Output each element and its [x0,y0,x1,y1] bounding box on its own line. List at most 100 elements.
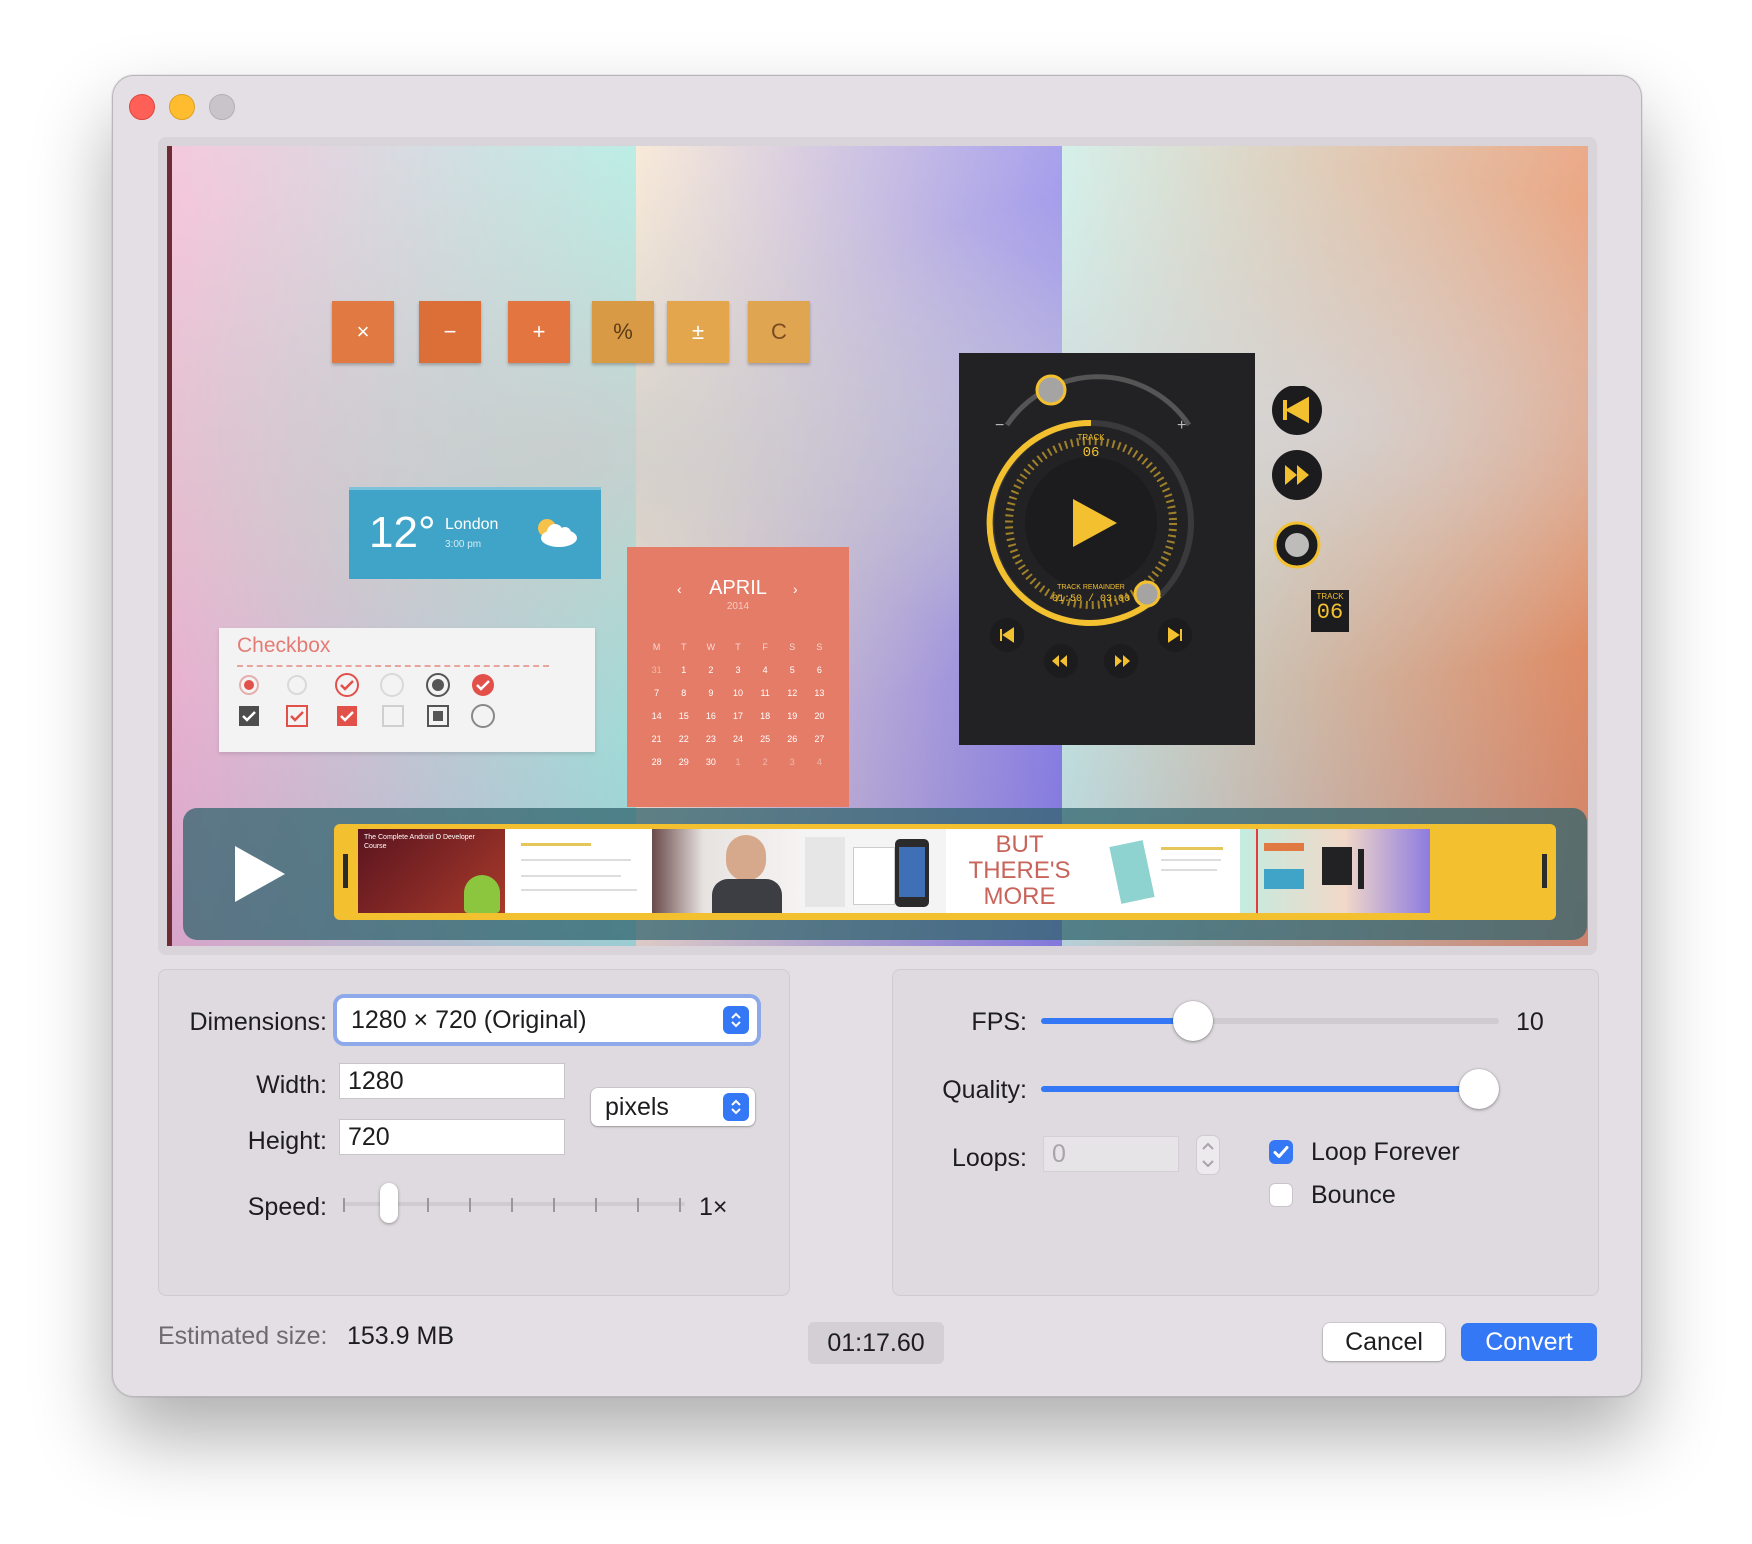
weather-city: London [445,516,499,533]
dimensions-label: Dimensions: [189,1008,327,1036]
loops-stepper[interactable] [1197,1136,1219,1174]
svg-text:+: + [1177,417,1186,434]
calendar-day: 14 [651,711,662,721]
calendar-day: 31 [651,665,662,675]
calendar-weekday: S [789,642,796,652]
preview-weather-card: 12° London 3:00 pm [349,487,601,579]
calendar-day: 26 [787,734,798,744]
speed-label: Speed: [247,1193,327,1221]
calendar-year: 2014 [726,601,750,612]
preview-calendar: ‹ APRIL 2014 › M T W T F S S 31 1 2 3 4 5 6 7 8 9 10 11 12 1… [627,547,849,807]
calendar-day: 23 [705,734,716,744]
svg-text:01:50 / 03:00: 01:50 / 03:00 [1052,593,1130,605]
calendar-day: 4 [816,757,822,767]
thumbnail-frame: BUT THERE'S MORE [946,829,1093,913]
fps-slider-knob[interactable] [1173,1001,1213,1041]
chevron-updown-icon [723,1093,749,1121]
trim-range[interactable]: The Complete Android O Developer Course [334,824,1556,920]
preview-calc-button: ± [667,301,729,363]
calendar-day: 10 [732,688,743,698]
svg-text:06: 06 [1083,445,1100,461]
trim-start-handle[interactable] [343,854,348,888]
estimated-size-value: 153.9 MB [347,1322,455,1350]
playhead[interactable] [1256,829,1258,913]
height-field[interactable]: 720 [339,1119,565,1155]
thumbnail-frame: The Complete Android O Developer Course [358,829,505,913]
calendar-day: 29 [678,757,689,767]
calendar-day: 1 [681,665,687,675]
cloud-sun-icon [538,519,577,547]
chevron-right-icon: › [793,581,798,597]
convert-button[interactable]: Convert [1461,1323,1597,1361]
thumbnail-frame [652,829,799,913]
calendar-month: APRIL [709,577,767,599]
calendar-day: 19 [787,711,798,721]
thumbnail-frame [1093,829,1240,913]
zoom-window-button-disabled [209,94,235,120]
calendar-day: 22 [678,734,689,744]
fps-label: FPS: [971,1008,1027,1036]
calendar-weekday: W [706,642,716,652]
calendar-day: 3 [735,665,741,675]
calendar-day: 15 [678,711,689,721]
close-window-button[interactable] [129,94,155,120]
calendar-day: 7 [654,688,660,698]
calendar-day: 28 [651,757,662,767]
preview-frame: × − + % ± C 12° London 3:00 pm Checkbox [167,146,1588,946]
loops-field[interactable]: 0 [1043,1136,1179,1172]
output-panel: FPS: 10 Quality: Loops: 0 Loop Forever B… [892,969,1599,1296]
weather-temperature: 12° [369,508,436,557]
svg-text:TRACK REMAINDER: TRACK REMAINDER [1057,584,1125,591]
preview-music-player: − + TRACK 06 TRACK REMAINDER 01:50 / 03:… [959,353,1255,745]
dimensions-popup[interactable]: 1280 × 720 (Original) [337,998,757,1042]
width-label: Width: [256,1071,327,1099]
preview-calc-button: − [419,301,481,363]
quality-slider-knob[interactable] [1459,1069,1499,1109]
calendar-day: 24 [732,734,743,744]
calendar-day: 2 [708,665,714,675]
calendar-day: 13 [814,688,825,698]
chevron-updown-icon [723,1006,749,1034]
dimensions-panel: Dimensions: 1280 × 720 (Original) Width:… [158,969,790,1296]
calendar-weekday: T [735,642,741,652]
calendar-day: 30 [705,757,716,767]
thumbnail-frame [1240,829,1430,913]
calendar-day: 6 [816,665,822,675]
calendar-day: 21 [651,734,662,744]
checkbox-samples [239,673,495,728]
estimated-size-label: Estimated size: [158,1322,328,1350]
filmstrip-thumbnails: The Complete Android O Developer Course [358,829,1530,913]
loop-forever-checkbox[interactable] [1269,1140,1293,1164]
weather-time: 3:00 pm [445,539,482,550]
loop-forever-label: Loop Forever [1311,1138,1460,1166]
thumbnail-frame [505,829,652,913]
cancel-button[interactable]: Cancel [1323,1323,1445,1361]
video-preview: × − + % ± C 12° London 3:00 pm Checkbox [158,137,1597,955]
calendar-day: 17 [732,711,743,721]
calendar-day: 8 [681,688,687,698]
preview-calc-button: % [592,301,654,363]
calendar-weekday: S [816,642,823,652]
play-icon[interactable] [235,846,285,902]
checkmark-icon [1273,1146,1289,1158]
units-popup[interactable]: pixels [591,1088,755,1126]
calendar-day: 27 [814,734,825,744]
svg-text:TRACK: TRACK [1077,433,1105,442]
player-graphic: − + TRACK 06 TRACK REMAINDER 01:50 / 03:… [986,374,1194,678]
calendar-day: 3 [789,757,795,767]
preview-calc-button: × [332,301,394,363]
preview-track-badge: TRACK 06 [1311,590,1349,632]
duration-readout: 01:17.60 [808,1322,944,1364]
calendar-day: 11 [760,688,770,698]
speed-slider-knob[interactable] [380,1183,398,1223]
bounce-checkbox[interactable] [1269,1183,1293,1207]
svg-text:−: − [995,417,1004,434]
speed-value: 1× [699,1193,728,1221]
trim-end-handle[interactable] [1542,854,1547,888]
calendar-weekday: F [762,642,768,652]
width-field[interactable]: 1280 [339,1063,565,1099]
preview-checkbox-card: Checkbox [219,628,595,752]
preview-calc-button: + [508,301,570,363]
minimize-window-button[interactable] [169,94,195,120]
quality-label: Quality: [942,1076,1027,1104]
